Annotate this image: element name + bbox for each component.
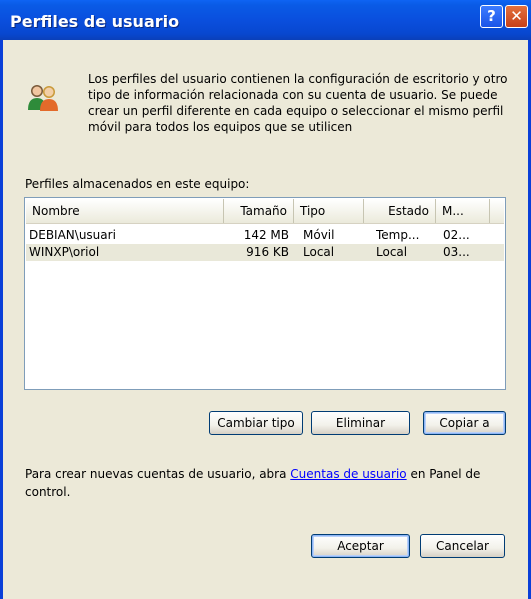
create-accounts-note: Para crear nuevas cuentas de usuario, ab… (25, 465, 495, 501)
profile-row[interactable]: DEBIAN\usuari 142 MB Móvil Temp... 02... (26, 227, 504, 244)
copy-to-button[interactable]: Copiar a (423, 411, 506, 435)
profile-size: 142 MB (243, 228, 289, 242)
profiles-list-header: Nombre Tamaño Tipo Estado M... (26, 199, 504, 224)
stored-profiles-label: Perfiles almacenados en este equipo: (25, 177, 250, 191)
column-header-modified[interactable]: M... (436, 199, 490, 223)
profile-modified: 02... (443, 228, 470, 242)
cancel-button[interactable]: Cancelar (420, 534, 505, 558)
profile-modified: 03... (443, 245, 470, 259)
delete-button[interactable]: Eliminar (311, 411, 410, 435)
dialog-window: Perfiles de usuario ? ✕ Los perfiles del… (0, 0, 531, 599)
profile-row[interactable]: WINXP\oriol 916 KB Local Local 03... (26, 244, 504, 261)
ok-button[interactable]: Aceptar (311, 534, 410, 558)
column-header-type[interactable]: Tipo (294, 199, 364, 223)
column-header-status[interactable]: Estado (364, 199, 436, 223)
intro-text: Los perfiles del usuario contienen la co… (88, 72, 508, 134)
profile-type: Local (303, 245, 335, 259)
profile-status: Local (376, 245, 408, 259)
column-header-size[interactable]: Tamaño (224, 199, 294, 223)
profile-type: Móvil (303, 228, 335, 242)
profile-size: 916 KB (246, 245, 289, 259)
note-text-before: Para crear nuevas cuentas de usuario, ab… (25, 467, 291, 481)
help-button[interactable]: ? (480, 5, 503, 28)
title-bar[interactable]: Perfiles de usuario ? ✕ (0, 0, 531, 40)
profile-name: DEBIAN\usuari (29, 228, 116, 242)
column-header-name[interactable]: Nombre (26, 199, 224, 223)
change-type-button[interactable]: Cambiar tipo (209, 411, 303, 435)
profiles-list[interactable]: Nombre Tamaño Tipo Estado M... DEBIAN\us… (24, 197, 506, 390)
user-accounts-link[interactable]: Cuentas de usuario (290, 467, 406, 481)
close-button[interactable]: ✕ (505, 5, 528, 28)
users-icon (28, 85, 58, 111)
window-title: Perfiles de usuario (10, 12, 180, 31)
help-icon: ? (487, 7, 496, 25)
profile-status: Temp... (376, 228, 420, 242)
close-icon: ✕ (510, 7, 523, 25)
profile-name: WINXP\oriol (29, 245, 100, 259)
